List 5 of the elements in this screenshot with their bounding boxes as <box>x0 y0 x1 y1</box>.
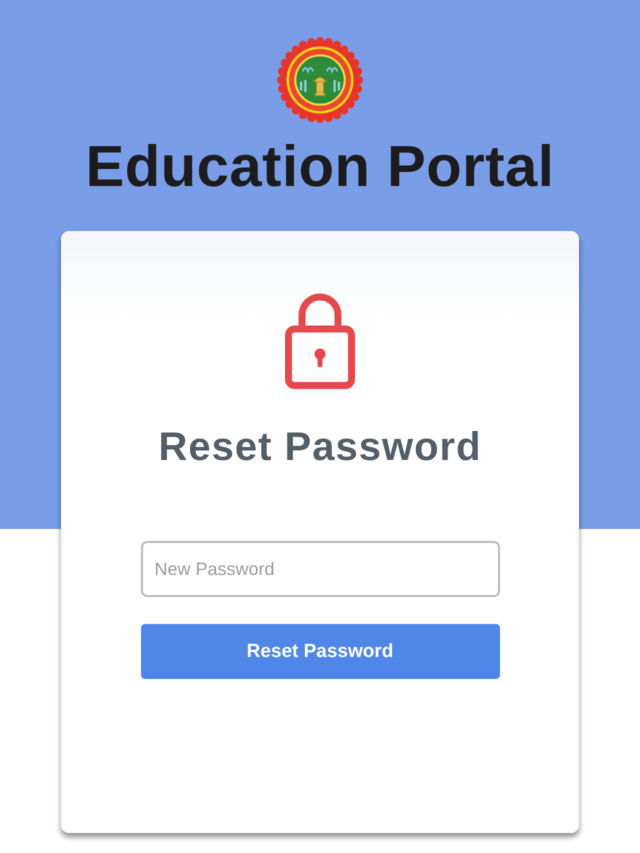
portal-title: Education Portal <box>86 133 554 201</box>
padlock-icon <box>285 293 355 389</box>
reset-password-button[interactable]: Reset Password <box>140 624 500 679</box>
new-password-field[interactable]: New Password <box>140 541 500 597</box>
reset-heading: Reset Password <box>158 424 482 471</box>
